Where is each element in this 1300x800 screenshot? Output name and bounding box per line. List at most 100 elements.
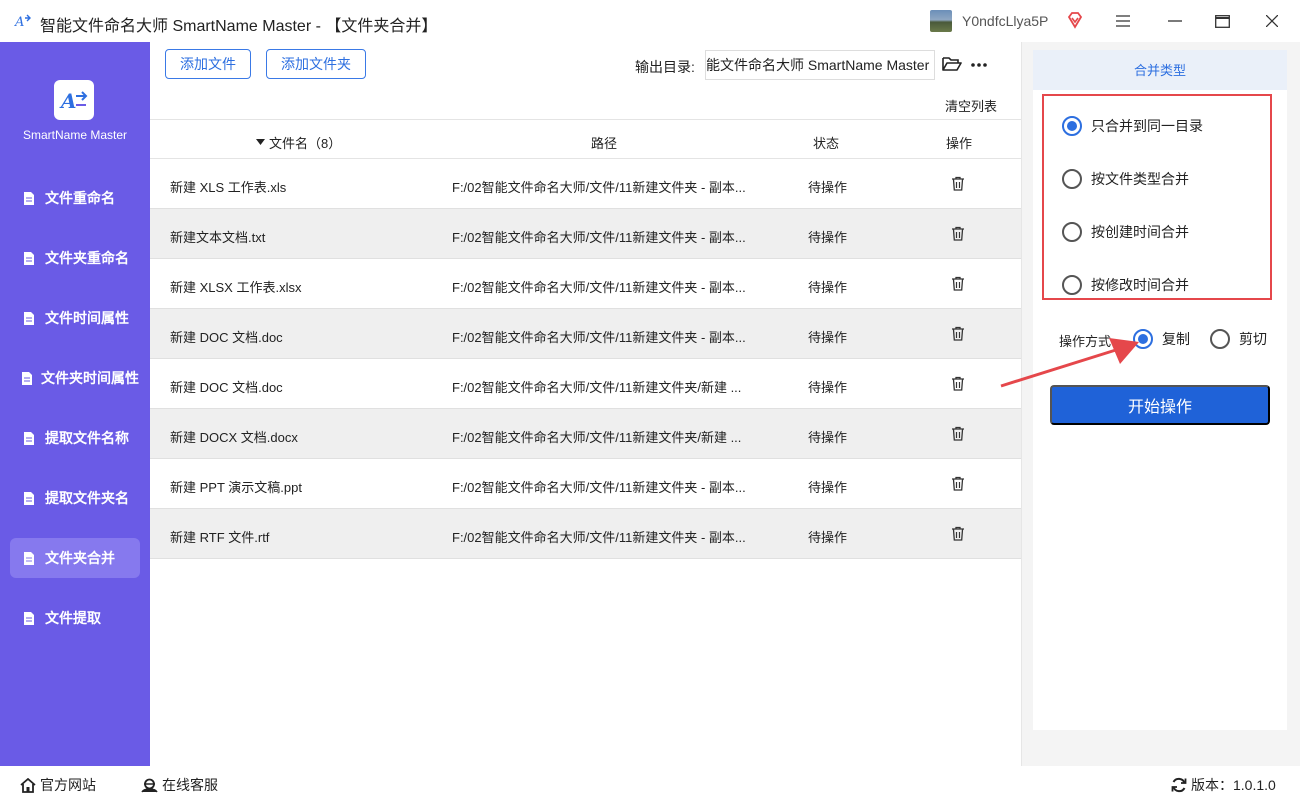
sort-desc-icon[interactable] bbox=[256, 133, 265, 148]
close-icon[interactable] bbox=[1257, 8, 1287, 34]
cell-filename: 新建 DOCX 文档.docx bbox=[170, 430, 298, 445]
file-table: 文件名（8） 路径 状态 操作 新建 XLS 工作表.xls F:/02智能文件命… bbox=[150, 119, 1021, 559]
cell-filename: 新建 PPT 演示文稿.ppt bbox=[170, 480, 302, 495]
cell-status: 待操作 bbox=[808, 330, 848, 345]
version-info[interactable]: 版本：1.0.1.0 bbox=[1171, 775, 1276, 795]
sidebar-item-folder-time[interactable]: 文件夹时间属性 bbox=[10, 358, 140, 398]
table-row[interactable]: 新建 RTF 文件.rtf F:/02智能文件命名大师/文件/11新建文件夹 - … bbox=[150, 509, 1021, 559]
customer-service-icon bbox=[141, 778, 158, 792]
cell-path: F:/02智能文件命名大师/文件/11新建文件夹 - 副本... bbox=[452, 330, 746, 345]
online-support-link[interactable]: 在线客服 bbox=[141, 775, 218, 795]
trash-icon[interactable] bbox=[951, 376, 965, 391]
sidebar-item-label: 文件夹时间属性 bbox=[41, 370, 139, 386]
brand-name: SmartName Master bbox=[22, 128, 128, 142]
table-row[interactable]: 新建 XLS 工作表.xls F:/02智能文件命名大师/文件/11新建文件夹 -… bbox=[150, 159, 1021, 209]
option-label: 剪切 bbox=[1239, 331, 1267, 347]
col-header-status: 状态 bbox=[813, 136, 840, 151]
merge-option-same-dir[interactable]: 只合并到同一目录 bbox=[1062, 116, 1203, 136]
file-icon bbox=[24, 551, 34, 565]
username[interactable]: Y0ndfcLlya5P bbox=[962, 13, 1048, 29]
trash-icon[interactable] bbox=[951, 426, 965, 441]
home-icon bbox=[20, 777, 36, 793]
sidebar-item-file-extract[interactable]: 文件提取 bbox=[10, 598, 140, 638]
vip-diamond-icon[interactable] bbox=[1066, 11, 1084, 29]
option-label: 按修改时间合并 bbox=[1091, 277, 1189, 293]
option-label: 只合并到同一目录 bbox=[1091, 118, 1203, 134]
cell-path: F:/02智能文件命名大师/文件/11新建文件夹 - 副本... bbox=[452, 280, 746, 295]
sidebar-item-label: 文件重命名 bbox=[45, 190, 115, 206]
sidebar-item-folder-merge[interactable]: 文件夹合并 bbox=[10, 538, 140, 578]
refresh-icon bbox=[1171, 777, 1187, 793]
sidebar: A SmartName Master 文件重命名 文件夹重命名 文件时间属性 文… bbox=[0, 42, 150, 766]
trash-icon[interactable] bbox=[951, 276, 965, 291]
sidebar-item-label: 文件夹重命名 bbox=[45, 250, 129, 266]
sidebar-item-file-rename[interactable]: 文件重命名 bbox=[10, 178, 140, 218]
clear-list-button[interactable]: 清空列表 bbox=[945, 96, 997, 115]
radio-button[interactable] bbox=[1062, 275, 1082, 295]
radio-button[interactable] bbox=[1062, 222, 1082, 242]
cell-status: 待操作 bbox=[808, 480, 848, 495]
brand-logo: A bbox=[54, 80, 94, 120]
sidebar-item-extract-filename[interactable]: 提取文件名称 bbox=[10, 418, 140, 458]
cell-filename: 新建 XLSX 工作表.xlsx bbox=[170, 280, 302, 295]
sidebar-item-file-time[interactable]: 文件时间属性 bbox=[10, 298, 140, 338]
add-folder-button[interactable]: 添加文件夹 bbox=[266, 49, 366, 79]
trash-icon[interactable] bbox=[951, 176, 965, 191]
table-row[interactable]: 新建 XLSX 工作表.xlsx F:/02智能文件命名大师/文件/11新建文件夹… bbox=[150, 259, 1021, 309]
file-icon bbox=[24, 311, 34, 325]
sidebar-item-extract-foldername[interactable]: 提取文件夹名 bbox=[10, 478, 140, 518]
sidebar-item-label: 文件夹合并 bbox=[45, 550, 115, 566]
merge-option-by-type[interactable]: 按文件类型合并 bbox=[1062, 169, 1189, 189]
file-icon bbox=[24, 611, 34, 625]
output-dir-field[interactable]: 能文件命名大师 SmartName Master bbox=[705, 50, 935, 80]
radio-button[interactable] bbox=[1062, 116, 1082, 136]
menu-icon[interactable] bbox=[1108, 8, 1138, 34]
window-title: 智能文件命名大师 SmartName Master - 【文件夹合并】 bbox=[40, 18, 438, 35]
radio-button[interactable] bbox=[1210, 329, 1230, 349]
trash-icon[interactable] bbox=[951, 326, 965, 341]
app-logo-icon: A bbox=[14, 14, 31, 30]
trash-icon[interactable] bbox=[951, 476, 965, 491]
cell-path: F:/02智能文件命名大师/文件/11新建文件夹/新建 ... bbox=[452, 380, 742, 395]
cell-path: F:/02智能文件命名大师/文件/11新建文件夹/新建 ... bbox=[452, 430, 742, 445]
user-avatar[interactable] bbox=[930, 10, 952, 32]
merge-option-by-modified[interactable]: 按修改时间合并 bbox=[1062, 275, 1189, 295]
sidebar-item-label: 提取文件夹名 bbox=[45, 490, 129, 506]
table-row[interactable]: 新建 DOC 文档.doc F:/02智能文件命名大师/文件/11新建文件夹/新建… bbox=[150, 359, 1021, 409]
cell-filename: 新建 DOC 文档.doc bbox=[170, 330, 283, 345]
sidebar-item-folder-rename[interactable]: 文件夹重命名 bbox=[10, 238, 140, 278]
operation-cut[interactable]: 剪切 bbox=[1210, 329, 1267, 349]
option-label: 按创建时间合并 bbox=[1091, 224, 1189, 240]
table-row[interactable]: 新建 DOCX 文档.docx F:/02智能文件命名大师/文件/11新建文件夹/… bbox=[150, 409, 1021, 459]
cell-path: F:/02智能文件命名大师/文件/11新建文件夹 - 副本... bbox=[452, 230, 746, 245]
trash-icon[interactable] bbox=[951, 526, 965, 541]
merge-type-tab[interactable]: 合并类型 bbox=[1033, 50, 1287, 90]
table-row[interactable]: 新建 PPT 演示文稿.ppt F:/02智能文件命名大师/文件/11新建文件夹 … bbox=[150, 459, 1021, 509]
sidebar-item-label: 提取文件名称 bbox=[45, 430, 129, 446]
option-label: 复制 bbox=[1162, 331, 1190, 347]
svg-text:A: A bbox=[59, 89, 77, 113]
maximize-icon[interactable] bbox=[1207, 8, 1237, 34]
file-icon bbox=[24, 431, 34, 445]
folder-open-icon[interactable] bbox=[942, 55, 962, 73]
cell-filename: 新建 XLS 工作表.xls bbox=[170, 180, 287, 195]
cell-filename: 新建 RTF 文件.rtf bbox=[170, 530, 270, 545]
col-header-name[interactable]: 文件名（8） bbox=[269, 133, 341, 152]
trash-icon[interactable] bbox=[951, 226, 965, 241]
col-header-path: 路径 bbox=[591, 136, 618, 151]
option-label: 按文件类型合并 bbox=[1091, 171, 1189, 187]
sidebar-item-label: 文件时间属性 bbox=[45, 310, 129, 326]
footer: 官方网站 在线客服 版本：1.0.1.0 bbox=[0, 766, 1300, 800]
add-file-button[interactable]: 添加文件 bbox=[165, 49, 251, 79]
official-website-link[interactable]: 官方网站 bbox=[20, 775, 96, 795]
minimize-icon[interactable] bbox=[1160, 8, 1190, 34]
table-row[interactable]: 新建文本文档.txt F:/02智能文件命名大师/文件/11新建文件夹 - 副本.… bbox=[150, 209, 1021, 259]
brand-logo-icon: A bbox=[59, 89, 88, 113]
cell-path: F:/02智能文件命名大师/文件/11新建文件夹 - 副本... bbox=[452, 530, 746, 545]
merge-option-by-created[interactable]: 按创建时间合并 bbox=[1062, 222, 1189, 242]
radio-button[interactable] bbox=[1062, 169, 1082, 189]
more-options-icon[interactable] bbox=[970, 52, 988, 73]
file-icon bbox=[24, 251, 34, 265]
sidebar-item-label: 文件提取 bbox=[45, 610, 101, 626]
table-row[interactable]: 新建 DOC 文档.doc F:/02智能文件命名大师/文件/11新建文件夹 - … bbox=[150, 309, 1021, 359]
